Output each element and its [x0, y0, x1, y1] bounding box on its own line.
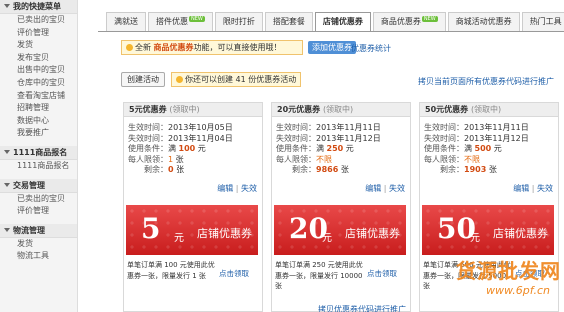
new-badge: NEW — [421, 16, 438, 22]
coupon-card: 20元优惠券 (领取中) 生效时间：2013年11月11日 失效时间：2013年… — [271, 102, 411, 312]
new-feature-notice: 全新 商品优惠券功能，可以直接使用哦！ — [121, 40, 303, 55]
tab-item[interactable]: 搭配套餐 — [264, 12, 313, 31]
sidebar-section-header[interactable]: 交易管理 — [0, 178, 77, 193]
coupon-banner: 20 元 店铺优惠券 — [274, 205, 406, 255]
sidebar-item[interactable]: 出售中的宝贝 — [0, 64, 77, 77]
coupon-amount: 5 — [141, 212, 161, 245]
sidebar-item[interactable]: 发货 — [0, 39, 77, 52]
sidebar-item[interactable]: 物流工具 — [0, 250, 77, 263]
coupon-banner-title: 店铺优惠券 — [197, 227, 252, 240]
currency-unit: 元 — [470, 233, 480, 244]
sidebar-item[interactable]: 仓库中的宝贝 — [0, 77, 77, 90]
coupon-description: 单笔订单满 100 元使用此优惠券一张，限量发行 1 张 — [127, 261, 215, 280]
edit-link[interactable]: 编辑 — [217, 184, 233, 193]
currency-unit: 元 — [322, 233, 332, 244]
new-badge: NEW — [189, 16, 205, 22]
lightbulb-icon — [176, 76, 183, 83]
coupon-banner-title: 店铺优惠券 — [345, 227, 400, 240]
expire-link[interactable]: 失效 — [389, 184, 405, 193]
edit-link[interactable]: 编辑 — [513, 184, 529, 193]
tab-item[interactable]: 搭件优惠 NEW — [148, 12, 213, 31]
tab-divider — [98, 31, 564, 32]
copy-code-link[interactable]: 拷贝优惠券代码进行推广 — [318, 304, 406, 312]
coupon-actions: 编辑 | 失效 — [513, 184, 553, 193]
lightbulb-icon — [126, 44, 133, 51]
coupon-banner-title: 店铺优惠券 — [493, 227, 548, 240]
coupon-banner: 5 元 店铺优惠券 — [126, 205, 258, 255]
sidebar-item[interactable]: 发货 — [0, 238, 77, 251]
add-coupon-button[interactable]: 添加优惠券 — [308, 41, 356, 54]
sidebar-item[interactable]: 评价管理 — [0, 205, 77, 218]
coupon-card-header: 50元优惠券 (领取中) — [420, 103, 558, 117]
coupon-description: 单笔订单满 250 元使用此优惠券一张，限量发行 10000 张 — [275, 261, 363, 290]
coupon-details: 生效时间：2013年11月11日 失效时间：2013年11月12日 使用条件：满… — [276, 123, 381, 174]
collapse-icon — [4, 182, 10, 187]
currency-unit: 元 — [174, 233, 184, 244]
coupon-actions: 编辑 | 失效 — [365, 184, 405, 193]
coupon-card-header: 5元优惠券 (领取中) — [124, 103, 262, 117]
copy-all-codes-link[interactable]: 拷贝当前页面所有优惠券代码进行推广 — [418, 76, 554, 87]
sidebar-item[interactable]: 已卖出的宝贝 — [0, 193, 77, 206]
coupon-banner: 50 元 店铺优惠券 — [422, 205, 554, 255]
coupon-stats-link[interactable]: 优惠券统计 — [351, 43, 391, 54]
sidebar-item[interactable]: 我要推广 — [0, 127, 77, 140]
coupon-card-header: 20元优惠券 (领取中) — [272, 103, 410, 117]
expire-link[interactable]: 失效 — [241, 184, 257, 193]
sidebar-section-header[interactable]: 1111商品报名 — [0, 145, 77, 160]
collapse-icon — [4, 4, 10, 8]
create-activity-button[interactable]: 创建活动 — [121, 72, 165, 87]
claim-link[interactable]: 点击领取 — [367, 268, 397, 279]
coupon-details: 生效时间：2013年11月11日 失效时间：2013年11月12日 使用条件：满… — [424, 123, 529, 174]
coupon-card: 5元优惠券 (领取中) 生效时间：2013年10月05日 失效时间：2013年1… — [123, 102, 263, 312]
tab-item[interactable]: 满就送 — [106, 12, 146, 31]
watermark-text: 货源批发网 — [456, 259, 561, 283]
sidebar-section-header[interactable]: 我的快捷菜单 — [0, 0, 77, 14]
collapse-icon — [4, 149, 10, 154]
tab-item[interactable]: 商城活动优惠券 — [447, 12, 520, 31]
tab-item[interactable]: 热门工具 — [521, 12, 564, 31]
expire-link[interactable]: 失效 — [537, 184, 553, 193]
sidebar-item[interactable]: 数据中心 — [0, 115, 77, 128]
sidebar-item[interactable]: 评价管理 — [0, 27, 77, 40]
notice-highlight[interactable]: 商品优惠券 — [154, 43, 194, 52]
edit-link[interactable]: 编辑 — [365, 184, 381, 193]
tab-item[interactable]: 商品优惠券 NEW — [372, 12, 446, 31]
tab-item[interactable]: 店铺优惠券 — [314, 12, 371, 32]
sidebar-item[interactable]: 发布宝贝 — [0, 52, 77, 65]
watermark-url: www.6pf.cn — [486, 284, 550, 297]
collapse-icon — [4, 227, 10, 232]
remaining-activities-info: 你还可以创建 41 份优惠券活动 — [171, 72, 302, 87]
sidebar-item[interactable]: 1111商品报名 — [0, 160, 77, 173]
sidebar-item[interactable]: 招聘管理 — [0, 102, 77, 115]
sidebar-item[interactable]: 查看淘宝店铺 — [0, 90, 77, 103]
coupon-details: 生效时间：2013年10月05日 失效时间：2013年11月04日 使用条件：满… — [128, 123, 233, 174]
coupon-actions: 编辑 | 失效 — [217, 184, 257, 193]
tab-item[interactable]: 限时打折 — [214, 12, 263, 31]
sidebar-section-header[interactable]: 物流管理 — [0, 223, 77, 238]
sidebar: 我的快捷菜单 已卖出的宝贝 评价管理 发货 发布宝贝 出售中的宝贝 仓库中的宝贝 查看淘宝店铺… — [0, 0, 78, 312]
claim-link[interactable]: 点击领取 — [219, 268, 249, 279]
tab-bar: 满就送 搭件优惠 NEW 限时打折 搭配套餐 店铺优惠券 商品优惠券 NEW 商城活动优惠券 热门… — [106, 12, 564, 32]
sidebar-item[interactable]: 已卖出的宝贝 — [0, 14, 77, 27]
